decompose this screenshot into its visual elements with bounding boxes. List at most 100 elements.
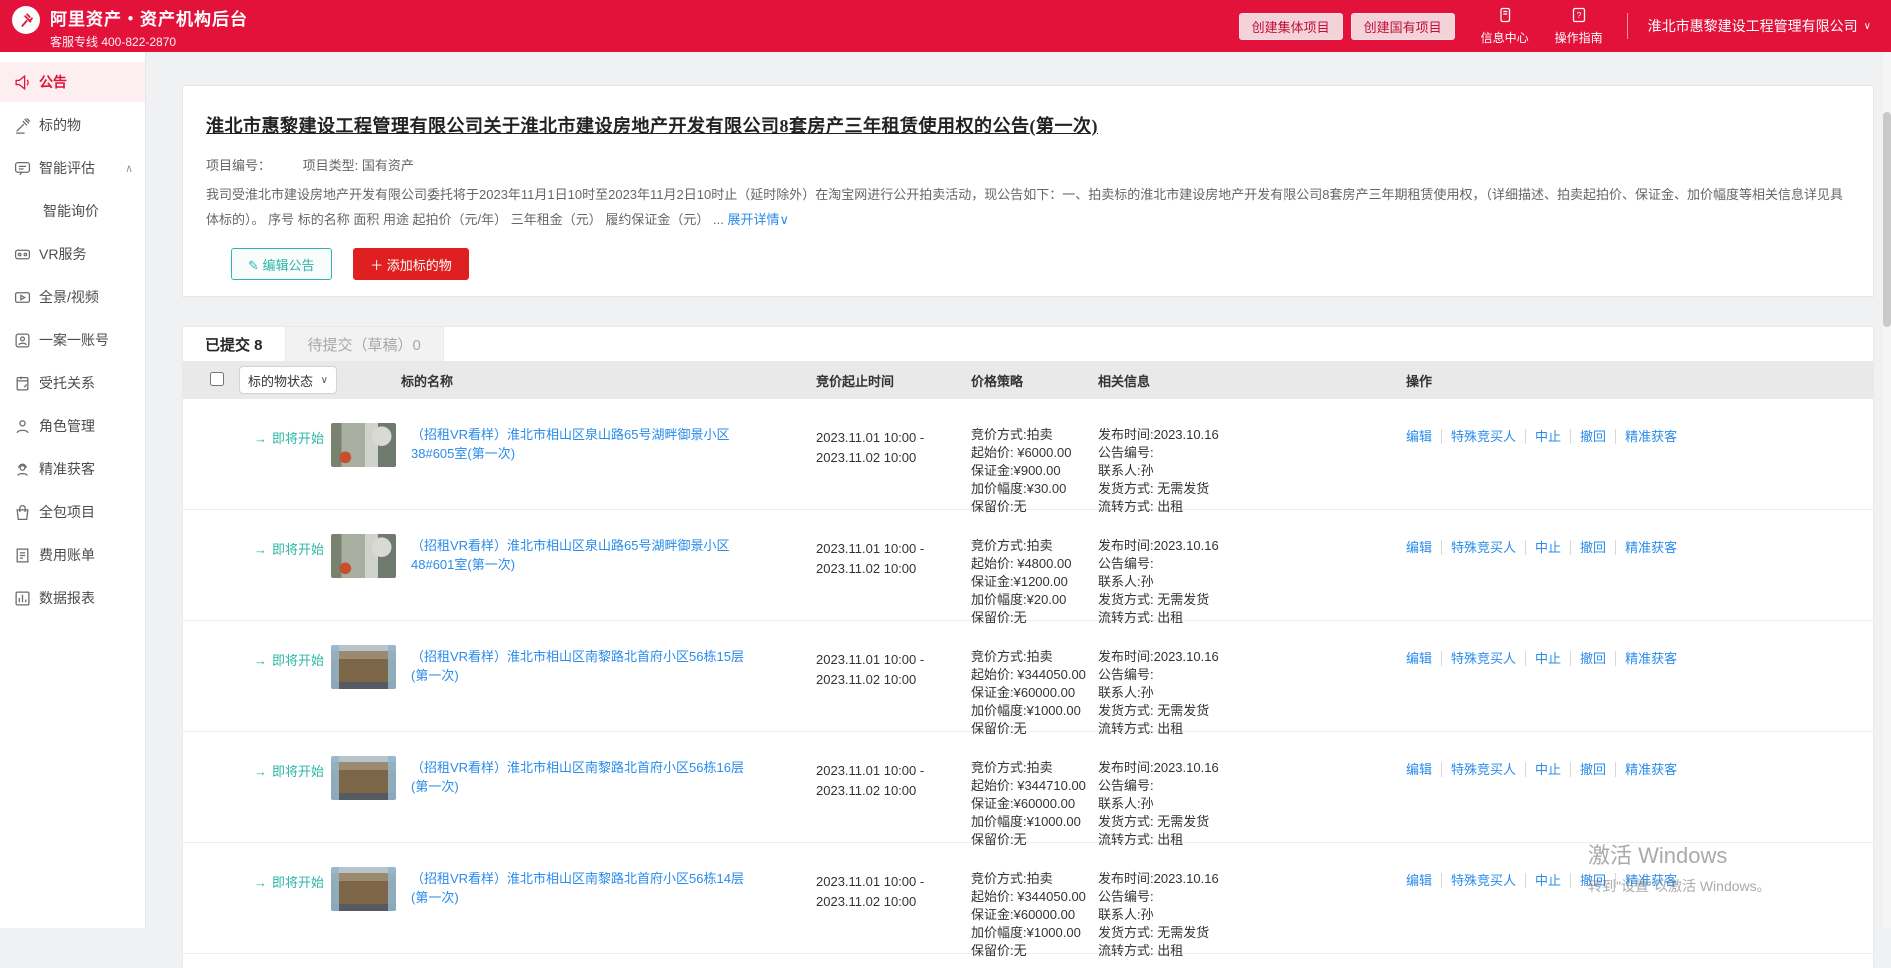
account-menu[interactable]: 淮北市惠黎建设工程管理有限公司 ∨: [1648, 16, 1871, 36]
info-line: 联系人:孙: [1098, 573, 1406, 591]
sidebar-item-precise-leads[interactable]: 精准获客: [0, 449, 145, 489]
action-link[interactable]: 编辑: [1406, 762, 1441, 777]
action-link[interactable]: 撤回: [1570, 651, 1615, 666]
status-badge: →即将开始: [237, 510, 331, 620]
info-line: 联系人:孙: [1098, 462, 1406, 480]
listing-thumbnail[interactable]: [331, 534, 396, 578]
collapse-caret-icon[interactable]: ∧: [125, 162, 133, 175]
sidebar-item-data-reports[interactable]: 数据报表: [0, 578, 145, 618]
action-link[interactable]: 中止: [1525, 651, 1570, 666]
page-scrollbar[interactable]: [1883, 52, 1891, 928]
listing-title-link[interactable]: （招租VR看样）淮北市相山区南黎路北首府小区56栋16层(第一次): [411, 758, 756, 796]
edit-announcement-button[interactable]: ✎ 编辑公告: [231, 248, 332, 280]
action-link[interactable]: 特殊竞买人: [1441, 762, 1525, 777]
sidebar-item-panorama-video[interactable]: 全景/视频: [0, 277, 145, 317]
action-link[interactable]: 撤回: [1570, 873, 1615, 888]
action-link[interactable]: 精准获客: [1615, 762, 1686, 777]
select-all-checkbox[interactable]: [210, 372, 224, 386]
sidebar-item-label: 标的物: [39, 115, 81, 135]
info-line: 发货方式: 无需发货: [1098, 813, 1406, 831]
action-link[interactable]: 编辑: [1406, 873, 1441, 888]
status-badge: →即将开始: [237, 843, 331, 953]
row-actions: 编辑特殊竞买人中止撤回精准获客: [1406, 843, 1873, 953]
action-link[interactable]: 编辑: [1406, 540, 1441, 555]
message-center-button[interactable]: 信息中心: [1481, 7, 1529, 46]
info-line: 公告编号:: [1098, 444, 1406, 462]
create-stateowned-project-button[interactable]: 创建国有项目: [1351, 13, 1455, 40]
action-link[interactable]: 特殊竞买人: [1441, 429, 1525, 444]
sidebar-item-smart-inquiry[interactable]: 智能询价: [0, 191, 145, 231]
sidebar-item-announcements[interactable]: 公告: [0, 62, 145, 102]
action-link[interactable]: 撤回: [1570, 540, 1615, 555]
price-strategy: 竞价方式:拍卖起始价: ¥344050.00保证金:¥60000.00加价幅度:…: [971, 843, 1098, 953]
price-line: 起始价: ¥4800.00: [971, 555, 1098, 573]
project-number-label: 项目编号：: [206, 158, 271, 173]
sidebar-item-label: 一案一账号: [39, 330, 109, 350]
listing-title-link[interactable]: （招租VR看样）淮北市相山区南黎路北首府小区56栋14层(第一次): [411, 869, 756, 907]
sidebar-item-billing[interactable]: 费用账单: [0, 535, 145, 575]
action-link[interactable]: 精准获客: [1615, 429, 1686, 444]
info-line: 公告编号:: [1098, 888, 1406, 906]
sidebar-item-label: 智能评估: [39, 158, 95, 178]
scrollbar-thumb[interactable]: [1883, 112, 1891, 327]
info-line: 公告编号:: [1098, 555, 1406, 573]
listing-title-link[interactable]: （招租VR看样）淮北市相山区南黎路北首府小区56栋15层(第一次): [411, 647, 756, 685]
price-line: 保证金:¥900.00: [971, 462, 1098, 480]
info-line: 联系人:孙: [1098, 906, 1406, 924]
guide-button[interactable]: ? 操作指南: [1555, 7, 1603, 46]
info-line: 发布时间:2023.10.16: [1098, 648, 1406, 666]
action-link[interactable]: 中止: [1525, 540, 1570, 555]
sidebar-item-smart-evaluation[interactable]: 智能评估 ∧: [0, 148, 145, 188]
create-collective-project-button[interactable]: 创建集体项目: [1239, 13, 1343, 40]
sidebar-item-entrust-relation[interactable]: 受托关系: [0, 363, 145, 403]
action-link[interactable]: 特殊竞买人: [1441, 651, 1525, 666]
status-arrow-icon: →: [254, 542, 267, 557]
action-link[interactable]: 编辑: [1406, 651, 1441, 666]
price-line: 保证金:¥60000.00: [971, 684, 1098, 702]
price-line: 加价幅度:¥30.00: [971, 480, 1098, 498]
price-line: 竞价方式:拍卖: [971, 648, 1098, 666]
brand-logo-icon: [12, 6, 40, 34]
sidebar-item-case-account[interactable]: 一案一账号: [0, 320, 145, 360]
price-line: 保留价:无: [971, 942, 1098, 960]
add-listing-button[interactable]: ＋ 添加标的物: [353, 248, 469, 280]
action-link[interactable]: 中止: [1525, 762, 1570, 777]
action-link[interactable]: 特殊竞买人: [1441, 873, 1525, 888]
listing-title-link[interactable]: （招租VR看样）淮北市相山区泉山路65号湖畔御景小区38#605室(第一次): [411, 425, 756, 463]
info-line: 公告编号:: [1098, 777, 1406, 795]
listing-thumbnail[interactable]: [331, 423, 396, 467]
row-select-area: [183, 732, 237, 842]
price-line: 加价幅度:¥1000.00: [971, 813, 1098, 831]
top-header: 阿里资产・资产机构后台 客服专线 400-822-2870 创建集体项目 创建国…: [0, 0, 1891, 52]
price-line: 保证金:¥1200.00: [971, 573, 1098, 591]
question-icon: ?: [1571, 7, 1587, 26]
action-link[interactable]: 中止: [1525, 429, 1570, 444]
action-link[interactable]: 撤回: [1570, 429, 1615, 444]
status-filter-select[interactable]: 标的物状态 ∨: [239, 366, 337, 394]
listing-thumbnail[interactable]: [331, 867, 396, 911]
action-link[interactable]: 精准获客: [1615, 540, 1686, 555]
app-title: 阿里资产・资产机构后台: [50, 5, 248, 30]
action-link[interactable]: 中止: [1525, 873, 1570, 888]
tab-submitted[interactable]: 已提交 8: [183, 327, 286, 361]
expand-details-link[interactable]: 展开详情∨: [727, 212, 789, 227]
action-link[interactable]: 精准获客: [1615, 873, 1686, 888]
info-line: 流转方式: 出租: [1098, 942, 1406, 960]
listing-thumbnail[interactable]: [331, 645, 396, 689]
listing-thumbnail[interactable]: [331, 756, 396, 800]
action-link[interactable]: 特殊竞买人: [1441, 540, 1525, 555]
headset-icon: [14, 461, 31, 478]
sidebar-item-full-package[interactable]: 全包项目: [0, 492, 145, 532]
price-strategy: 竞价方式:拍卖起始价: ¥344710.00保证金:¥60000.00加价幅度:…: [971, 732, 1098, 842]
action-link[interactable]: 编辑: [1406, 429, 1441, 444]
tab-draft[interactable]: 待提交（草稿）0: [286, 327, 444, 361]
sidebar-item-role-management[interactable]: 角色管理: [0, 406, 145, 446]
chat-icon: [14, 160, 31, 177]
table-row: →即将开始 （招租VR看样）淮北市相山区南黎路北首府小区56栋15层(第一次) …: [183, 621, 1873, 732]
listing-title-link[interactable]: （招租VR看样）淮北市相山区泉山路65号湖畔御景小区48#601室(第一次): [411, 536, 756, 574]
action-link[interactable]: 撤回: [1570, 762, 1615, 777]
action-link[interactable]: 精准获客: [1615, 651, 1686, 666]
related-info: 发布时间:2023.10.16公告编号:联系人:孙发货方式: 无需发货流转方式:…: [1098, 732, 1406, 842]
sidebar-item-vr-service[interactable]: VR服务: [0, 234, 145, 274]
sidebar-item-listings[interactable]: 标的物: [0, 105, 145, 145]
